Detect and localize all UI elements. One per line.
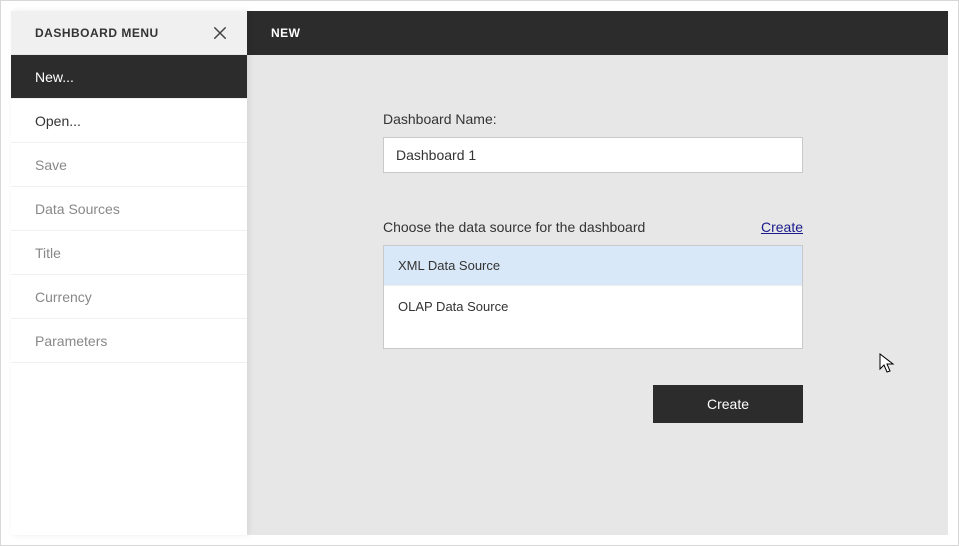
main-header-title: NEW xyxy=(271,26,301,40)
sidebar-item-save[interactable]: Save xyxy=(11,143,247,187)
data-source-item-xml[interactable]: XML Data Source xyxy=(384,246,802,286)
data-source-item-olap[interactable]: OLAP Data Source xyxy=(384,286,802,326)
close-icon[interactable] xyxy=(209,22,231,44)
data-source-label: Choose the data source for the dashboard xyxy=(383,219,645,235)
app-inner: DASHBOARD MENU New... Open... Save Data … xyxy=(11,11,948,535)
sidebar-menu: New... Open... Save Data Sources Title C… xyxy=(11,55,247,363)
sidebar-item-label: Open... xyxy=(35,113,81,129)
main-content: Dashboard Name: Choose the data source f… xyxy=(247,55,948,535)
create-button[interactable]: Create xyxy=(653,385,803,423)
data-source-item-label: OLAP Data Source xyxy=(398,299,508,314)
data-source-section: Choose the data source for the dashboard… xyxy=(383,219,803,349)
sidebar-item-label: Parameters xyxy=(35,333,107,349)
sidebar-item-open[interactable]: Open... xyxy=(11,99,247,143)
sidebar-item-title[interactable]: Title xyxy=(11,231,247,275)
sidebar-item-new[interactable]: New... xyxy=(11,55,247,99)
main-panel: NEW Dashboard Name: Choose the data sour… xyxy=(247,11,948,535)
sidebar-title: DASHBOARD MENU xyxy=(35,26,159,40)
sidebar-item-label: Currency xyxy=(35,289,92,305)
sidebar-item-label: Data Sources xyxy=(35,201,120,217)
sidebar-item-currency[interactable]: Currency xyxy=(11,275,247,319)
sidebar-item-label: New... xyxy=(35,69,74,85)
dashboard-name-input[interactable] xyxy=(383,137,803,173)
sidebar-header: DASHBOARD MENU xyxy=(11,11,247,55)
data-source-list[interactable]: XML Data Source OLAP Data Source xyxy=(383,245,803,349)
sidebar-item-data-sources[interactable]: Data Sources xyxy=(11,187,247,231)
mouse-cursor-icon xyxy=(879,353,895,369)
app-frame: DASHBOARD MENU New... Open... Save Data … xyxy=(0,0,959,546)
form-actions: Create xyxy=(383,385,803,423)
sidebar-item-parameters[interactable]: Parameters xyxy=(11,319,247,363)
new-dashboard-form: Dashboard Name: Choose the data source f… xyxy=(383,111,803,423)
sidebar-item-label: Title xyxy=(35,245,61,261)
data-source-item-label: XML Data Source xyxy=(398,258,500,273)
sidebar: DASHBOARD MENU New... Open... Save Data … xyxy=(11,11,247,535)
dashboard-name-label: Dashboard Name: xyxy=(383,111,803,127)
sidebar-item-label: Save xyxy=(35,157,67,173)
data-source-header-row: Choose the data source for the dashboard… xyxy=(383,219,803,235)
main-header: NEW xyxy=(247,11,948,55)
create-data-source-link[interactable]: Create xyxy=(761,219,803,235)
